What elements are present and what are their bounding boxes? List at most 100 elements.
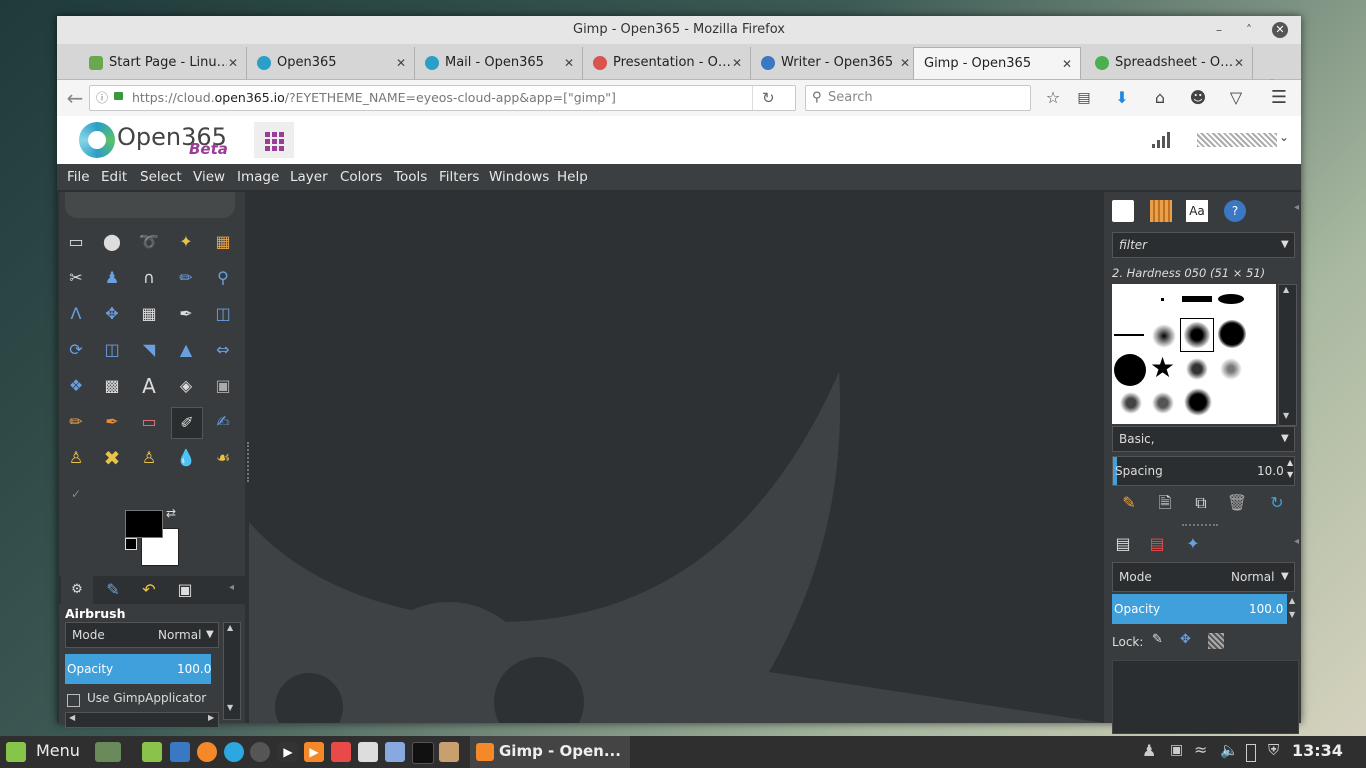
skype-icon[interactable]: [224, 742, 244, 762]
tab-writer[interactable]: Writer - Open365 ✕: [751, 47, 919, 79]
dock-separator-handle[interactable]: [1182, 524, 1218, 528]
user-account-menu[interactable]: [1197, 133, 1277, 147]
minimize-button[interactable]: –: [1211, 22, 1227, 38]
tab-close-icon[interactable]: ✕: [228, 47, 238, 79]
device-status-tab-icon[interactable]: ✎: [97, 576, 129, 604]
measure-icon[interactable]: Λ: [61, 299, 91, 329]
brush-preset-select[interactable]: Basic, ▼: [1112, 426, 1295, 452]
steam-icon[interactable]: [250, 742, 270, 762]
user-icon[interactable]: ♟: [1142, 741, 1156, 760]
zoom-icon[interactable]: ⚲: [208, 263, 238, 293]
tool-mode-select[interactable]: Mode Normal ▼: [65, 622, 219, 648]
volume-icon[interactable]: 🔈: [1220, 741, 1239, 759]
use-gimpapplicator-checkbox[interactable]: [67, 694, 80, 707]
default-colors-icon[interactable]: [125, 538, 137, 550]
tab-presentation[interactable]: Presentation - O… ✕: [583, 47, 751, 79]
pencil-icon[interactable]: ✏: [61, 407, 91, 437]
airbrush-icon[interactable]: ✐: [171, 407, 203, 439]
network-manager-icon[interactable]: ▣: [1170, 742, 1183, 758]
pocket-icon[interactable]: ▽: [1226, 88, 1246, 108]
menu-windows[interactable]: Windows: [489, 164, 549, 190]
scissors-icon[interactable]: ✂: [61, 263, 91, 293]
lasso-icon[interactable]: ➰: [134, 227, 164, 257]
menu-select[interactable]: Select: [140, 164, 182, 190]
edit-brush-icon[interactable]: ✎: [1114, 488, 1144, 518]
hamburger-menu-icon[interactable]: ☰: [1269, 88, 1289, 108]
tool-options-tab-icon[interactable]: ⚙: [61, 576, 93, 604]
foreground-color-swatch[interactable]: [125, 510, 163, 538]
spacing-slider[interactable]: Spacing 10.0 ▲ ▼: [1112, 456, 1295, 486]
firefox-icon[interactable]: [197, 742, 217, 762]
files-icon[interactable]: [142, 742, 162, 762]
blur-sharpen-icon[interactable]: 💧: [171, 443, 201, 473]
url-bar[interactable]: ⓘ https://cloud.open365.io/?EYETHEME_NAM…: [89, 85, 796, 111]
opacity-down-icon[interactable]: ▼: [1289, 610, 1295, 619]
home-icon[interactable]: ⌂: [1150, 88, 1170, 108]
game-icon[interactable]: [331, 742, 351, 762]
horizontal-scrollbar[interactable]: ◀ ▶: [65, 712, 219, 728]
tab-close-icon[interactable]: ✕: [732, 47, 742, 79]
clock[interactable]: 13:34: [1292, 741, 1343, 760]
help-tab-icon[interactable]: ?: [1224, 200, 1246, 222]
menu-colors[interactable]: Colors: [340, 164, 382, 190]
brush-filter-select[interactable]: filter ▼: [1112, 232, 1295, 258]
mint-menu-icon[interactable]: [6, 742, 26, 762]
download-arrow-icon[interactable]: ⬇: [1112, 88, 1132, 108]
eraser-icon[interactable]: ▭: [134, 407, 164, 437]
tab-close-icon[interactable]: ✕: [396, 47, 406, 79]
shield-icon[interactable]: ⛨: [1268, 741, 1279, 759]
chevron-down-icon[interactable]: ⌄: [1279, 130, 1289, 144]
fonts-tab-icon[interactable]: Aa: [1186, 200, 1208, 222]
cage-transform-icon[interactable]: ❖: [61, 371, 91, 401]
fuzzy-select-icon[interactable]: ✦: [171, 227, 201, 257]
menu-help[interactable]: Help: [557, 164, 588, 190]
text-tool-icon[interactable]: A: [134, 371, 164, 401]
menu-edit[interactable]: Edit: [101, 164, 127, 190]
paths-tab-icon[interactable]: ✦: [1178, 530, 1208, 558]
move-icon[interactable]: ✥: [97, 299, 127, 329]
patterns-tab-icon[interactable]: [1150, 200, 1172, 222]
battery-icon[interactable]: [1246, 744, 1256, 762]
layer-opacity-slider[interactable]: Opacity 100.0: [1112, 594, 1287, 624]
foreground-select-icon[interactable]: ♟: [97, 263, 127, 293]
camera-icon[interactable]: [170, 742, 190, 762]
menu-file[interactable]: File: [67, 164, 90, 190]
flip-icon[interactable]: ⇔: [208, 335, 238, 365]
video-player-icon[interactable]: ▶: [304, 742, 324, 762]
crop-icon[interactable]: ✒: [171, 299, 201, 329]
ink-icon[interactable]: ✍: [208, 407, 238, 437]
rect-select-icon[interactable]: ▭: [61, 227, 91, 257]
channels-tab-icon[interactable]: ▤: [1142, 530, 1172, 558]
wifi-icon[interactable]: ≈: [1194, 740, 1207, 759]
menu-view[interactable]: View: [193, 164, 225, 190]
archive-icon[interactable]: [439, 742, 459, 762]
bookmark-star-icon[interactable]: ☆: [1043, 88, 1063, 108]
scale-icon[interactable]: ◫: [97, 335, 127, 365]
document-icon[interactable]: [385, 742, 405, 762]
tab-close-icon[interactable]: ✕: [1234, 47, 1244, 79]
tab-mail[interactable]: Mail - Open365 ✕: [415, 47, 583, 79]
panel-menu-icon[interactable]: ◂: [1294, 202, 1299, 213]
tool-options-scrollbar[interactable]: ▲ ▼: [223, 622, 241, 720]
swap-colors-icon[interactable]: ⇄: [166, 506, 176, 520]
menu-tools[interactable]: Tools: [394, 164, 427, 190]
image-canvas[interactable]: [249, 192, 1104, 723]
rotate-icon[interactable]: ⟳: [61, 335, 91, 365]
color-picker-icon[interactable]: ✏: [171, 263, 201, 293]
close-button[interactable]: ✕: [1272, 22, 1288, 38]
brushes-tab-icon[interactable]: [1112, 200, 1134, 222]
duplicate-brush-icon[interactable]: ⧉: [1186, 488, 1216, 518]
perspective-clone-icon[interactable]: ♙: [134, 443, 164, 473]
tab-close-icon[interactable]: ✕: [900, 47, 910, 79]
shear-icon[interactable]: ◥: [134, 335, 164, 365]
clone-icon[interactable]: ♙: [61, 443, 91, 473]
search-input[interactable]: ⚲ Search: [805, 85, 1031, 111]
menu-layer[interactable]: Layer: [290, 164, 328, 190]
show-desktop-icon[interactable]: [95, 742, 121, 762]
undo-history-tab-icon[interactable]: ↶: [133, 576, 165, 604]
smudge-icon[interactable]: ☙: [208, 443, 238, 473]
gradient-icon[interactable]: ▣: [208, 371, 238, 401]
tab-spreadsheet[interactable]: Spreadsheet - O… ✕: [1085, 47, 1253, 79]
bucket-fill-icon[interactable]: ◈: [171, 371, 201, 401]
align-icon[interactable]: ▦: [134, 299, 164, 329]
